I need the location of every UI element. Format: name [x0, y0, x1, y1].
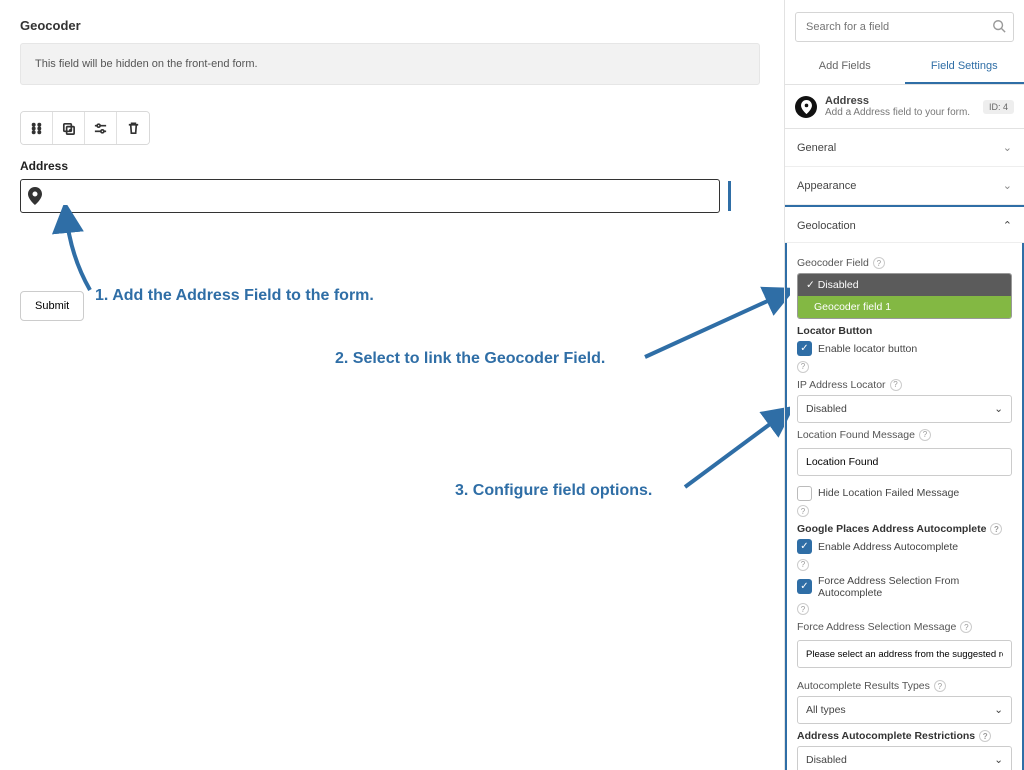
trash-icon: [126, 121, 141, 136]
help-icon[interactable]: ?: [919, 429, 931, 441]
section-general[interactable]: General ⌄: [785, 129, 1024, 167]
help-icon[interactable]: ?: [934, 680, 946, 692]
drag-icon: [29, 121, 44, 136]
results-types-select[interactable]: All types⌄: [797, 696, 1012, 724]
enable-locator-checkbox[interactable]: Enable locator button: [797, 341, 1012, 356]
field-header-desc: Add a Address field to your form.: [825, 107, 970, 118]
force-selection-checkbox[interactable]: Force Address Selection From Autocomplet…: [797, 575, 1012, 599]
section-appearance[interactable]: Appearance ⌄: [785, 167, 1024, 205]
duplicate-button[interactable]: [53, 112, 85, 144]
chevron-down-icon: ⌄: [1003, 179, 1012, 192]
help-icon[interactable]: ?: [979, 730, 991, 742]
enable-autocomplete-checkbox[interactable]: Enable Address Autocomplete: [797, 539, 1012, 554]
checkbox-label: Enable locator button: [818, 343, 917, 355]
help-icon[interactable]: ?: [797, 361, 809, 373]
tab-add-fields[interactable]: Add Fields: [785, 50, 905, 84]
help-icon[interactable]: ?: [890, 379, 902, 391]
delete-button[interactable]: [117, 112, 149, 144]
hide-failed-checkbox[interactable]: Hide Location Failed Message: [797, 486, 1012, 501]
section-geolocation[interactable]: Geolocation ⌃: [785, 205, 1024, 243]
field-header: Address Add a Address field to your form…: [785, 85, 1024, 129]
chevron-down-icon: ⌄: [994, 704, 1003, 716]
address-input[interactable]: [20, 179, 720, 213]
pin-icon: [28, 187, 42, 205]
arrow-3: [680, 405, 790, 495]
restrictions-select[interactable]: Disabled⌄: [797, 746, 1012, 770]
settings-button[interactable]: [85, 112, 117, 144]
sidebar-tabs: Add Fields Field Settings: [785, 50, 1024, 85]
found-msg-input[interactable]: [797, 448, 1012, 476]
duplicate-icon: [61, 121, 76, 136]
field-id-badge: ID: 4: [983, 100, 1014, 114]
address-field-label: Address: [20, 159, 760, 173]
search-icon: [992, 19, 1006, 36]
chevron-down-icon: ⌄: [994, 754, 1003, 766]
checkbox-label: Enable Address Autocomplete: [818, 541, 958, 553]
geocoder-option-disabled[interactable]: ✓ Disabled: [798, 274, 1011, 296]
help-icon[interactable]: ?: [990, 523, 1002, 535]
help-icon[interactable]: ?: [797, 603, 809, 615]
annotation-2: 2. Select to link the Geocoder Field.: [335, 350, 605, 368]
ip-locator-label: IP Address Locator?: [797, 379, 1012, 391]
chevron-down-icon: ⌄: [1003, 141, 1012, 154]
results-types-label: Autocomplete Results Types?: [797, 680, 1012, 692]
locator-button-label: Locator Button: [797, 325, 1012, 337]
section-label: General: [797, 142, 836, 154]
text-cursor: [728, 181, 731, 211]
annotation-1: 1. Add the Address Field to the form.: [95, 287, 374, 305]
help-icon[interactable]: ?: [960, 621, 972, 633]
chevron-down-icon: ⌄: [994, 403, 1003, 415]
help-icon[interactable]: ?: [873, 257, 885, 269]
submit-button[interactable]: Submit: [20, 291, 84, 321]
geocoder-hidden-note: This field will be hidden on the front-e…: [20, 43, 760, 85]
force-msg-label: Force Address Selection Message?: [797, 621, 1012, 633]
search-input[interactable]: [795, 12, 1014, 42]
force-msg-input[interactable]: [797, 640, 1012, 668]
address-field-block[interactable]: Address: [20, 159, 760, 213]
geolocation-panel: Geocoder Field? ✓ Disabled Geocoder fiel…: [785, 243, 1024, 770]
section-label: Geolocation: [797, 220, 856, 232]
tab-field-settings[interactable]: Field Settings: [905, 50, 1024, 84]
geocoder-option-selected[interactable]: Geocoder field 1: [798, 296, 1011, 318]
checkbox-label: Force Address Selection From Autocomplet…: [818, 575, 1012, 599]
restrictions-label: Address Autocomplete Restrictions?: [797, 730, 1012, 742]
geocoder-field-select[interactable]: ✓ Disabled Geocoder field 1: [797, 273, 1012, 319]
drag-handle-button[interactable]: [21, 112, 53, 144]
geocoder-field-label: Geocoder Field?: [797, 257, 1012, 269]
section-label: Appearance: [797, 180, 856, 192]
field-toolbar: [20, 111, 150, 145]
geocoder-title: Geocoder: [20, 18, 760, 33]
annotation-3: 3. Configure field options.: [455, 482, 652, 500]
chevron-up-icon: ⌃: [1003, 219, 1012, 232]
sliders-icon: [93, 121, 108, 136]
checkbox-label: Hide Location Failed Message: [818, 487, 959, 499]
settings-sidebar: Add Fields Field Settings Address Add a …: [784, 0, 1024, 770]
pin-icon: [795, 96, 817, 118]
help-icon[interactable]: ?: [797, 505, 809, 517]
found-msg-label: Location Found Message?: [797, 429, 1012, 441]
field-header-title: Address: [825, 95, 970, 107]
gpa-label: Google Places Address Autocomplete?: [797, 523, 1012, 535]
ip-locator-select[interactable]: Disabled⌄: [797, 395, 1012, 423]
help-icon[interactable]: ?: [797, 559, 809, 571]
